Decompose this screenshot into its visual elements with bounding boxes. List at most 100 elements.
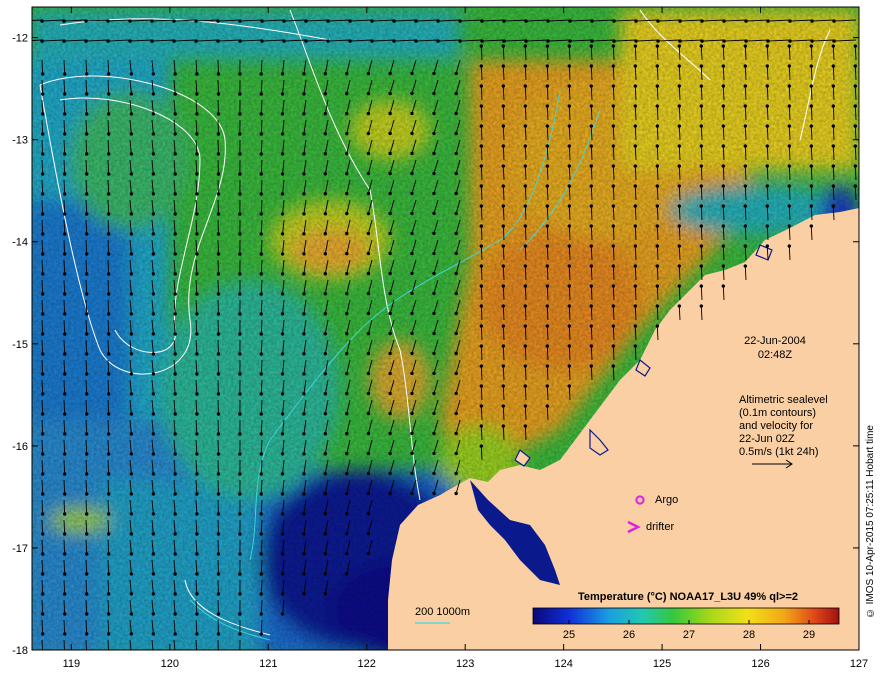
velocity-arrow-head <box>238 19 242 23</box>
velocity-arrow-head <box>259 572 263 576</box>
velocity-arrow-head <box>129 632 134 636</box>
velocity-arrow-head <box>302 72 306 76</box>
velocity-arrow-head <box>366 331 371 336</box>
velocity-arrow-head <box>62 252 67 256</box>
velocity-arrow-head <box>259 132 263 136</box>
velocity-arrow-head <box>523 384 528 388</box>
velocity-arrow-head <box>280 252 285 256</box>
velocity-arrow-head <box>62 232 67 236</box>
velocity-arrow-head <box>345 391 349 396</box>
velocity-arrow-head <box>345 511 349 516</box>
velocity-arrow-head <box>238 592 242 596</box>
velocity-arrow-head <box>302 312 306 316</box>
velocity-arrow-head <box>567 344 572 348</box>
velocity-arrow-head <box>106 352 111 356</box>
lon-tick-label: 127 <box>850 658 868 670</box>
velocity-arrow-head <box>479 304 484 308</box>
velocity-arrow-head <box>765 224 770 228</box>
velocity-arrow-head <box>743 44 748 48</box>
argo-label: Argo <box>655 494 678 506</box>
velocity-arrow-head <box>302 172 306 176</box>
velocity-arrow-head <box>454 131 458 136</box>
velocity-arrow-head <box>238 92 242 96</box>
velocity-arrow-head <box>454 251 458 256</box>
velocity-arrow-head <box>195 592 199 596</box>
velocity-arrow-head <box>677 204 682 208</box>
velocity-arrow-head <box>238 332 242 336</box>
lon-tick-label: 126 <box>751 658 769 670</box>
velocity-arrow-head <box>523 284 528 288</box>
velocity-arrow-head <box>106 432 111 436</box>
velocity-arrow-head <box>501 164 506 168</box>
velocity-arrow-head <box>63 652 66 655</box>
velocity-arrow-head <box>589 64 594 68</box>
velocity-arrow-head <box>62 612 67 616</box>
velocity-arrow-head <box>40 252 45 256</box>
velocity-arrow-head <box>84 532 89 536</box>
velocity-arrow-head <box>545 164 550 168</box>
velocity-arrow-head <box>743 204 748 208</box>
velocity-arrow-head <box>432 451 436 456</box>
velocity-arrow-head <box>787 124 792 128</box>
velocity-arrow-head <box>194 39 198 43</box>
velocity-arrow-head <box>589 144 594 148</box>
velocity-arrow-head <box>432 111 436 116</box>
velocity-arrow-head <box>216 412 221 416</box>
velocity-arrow-head <box>523 304 528 308</box>
velocity-arrow-head <box>611 184 616 188</box>
velocity-arrow-head <box>216 172 221 176</box>
velocity-arrow-head <box>84 512 89 516</box>
velocity-arrow-head <box>84 292 89 296</box>
velocity-arrow-head <box>195 172 199 176</box>
velocity-arrow-head <box>655 84 660 88</box>
velocity-arrow-head <box>151 292 156 296</box>
velocity-arrow-head <box>129 212 134 216</box>
velocity-arrow-head <box>370 19 374 23</box>
drifter-label: drifter <box>646 521 674 533</box>
velocity-arrow-head <box>366 171 371 176</box>
velocity-arrow-head <box>589 264 594 268</box>
velocity-arrow-head <box>84 172 89 176</box>
velocity-arrow-head <box>655 264 660 268</box>
velocity-arrow-head <box>853 164 858 168</box>
velocity-arrow-head <box>388 91 392 96</box>
velocity-arrow-head <box>545 364 550 368</box>
velocity-arrow-head <box>40 432 45 436</box>
velocity-arrow-head <box>62 632 67 636</box>
velocity-arrow-head <box>323 252 328 256</box>
time-label: 02:48Z <box>758 349 793 361</box>
velocity-arrow-head <box>106 252 111 256</box>
velocity-arrow-head <box>259 412 263 416</box>
velocity-arrow-head <box>40 472 45 476</box>
velocity-arrow-head <box>366 471 371 476</box>
velocity-arrow-head <box>195 292 199 296</box>
velocity-arrow-head <box>721 104 726 108</box>
velocity-arrow-head <box>388 111 392 116</box>
velocity-arrow-head <box>589 124 594 128</box>
velocity-arrow-head <box>766 19 770 23</box>
velocity-arrow-head <box>129 172 134 176</box>
velocity-arrow-head <box>151 492 156 496</box>
velocity-arrow-head <box>216 572 221 576</box>
velocity-arrow-head <box>129 92 134 96</box>
velocity-arrow-head <box>326 39 330 43</box>
velocity-arrow-head <box>414 39 418 43</box>
velocity-arrow-head <box>216 352 221 356</box>
velocity-arrow-head <box>432 331 436 336</box>
velocity-arrow-head <box>129 612 134 616</box>
velocity-arrow-head <box>345 351 349 356</box>
velocity-arrow-head <box>655 144 660 148</box>
velocity-arrow-head <box>410 271 414 276</box>
velocity-arrow-head <box>259 212 263 216</box>
velocity-arrow-head <box>302 232 306 236</box>
velocity-arrow-head <box>743 224 748 228</box>
velocity-arrow-head <box>84 572 89 576</box>
velocity-arrow-head <box>523 44 528 48</box>
velocity-arrow-head <box>743 184 748 188</box>
velocity-arrow-head <box>345 251 349 256</box>
velocity-arrow-head <box>84 72 89 76</box>
velocity-arrow-head <box>40 392 45 396</box>
velocity-arrow-head <box>174 652 177 655</box>
velocity-arrow-head <box>345 411 349 416</box>
velocity-arrow-head <box>479 284 484 288</box>
